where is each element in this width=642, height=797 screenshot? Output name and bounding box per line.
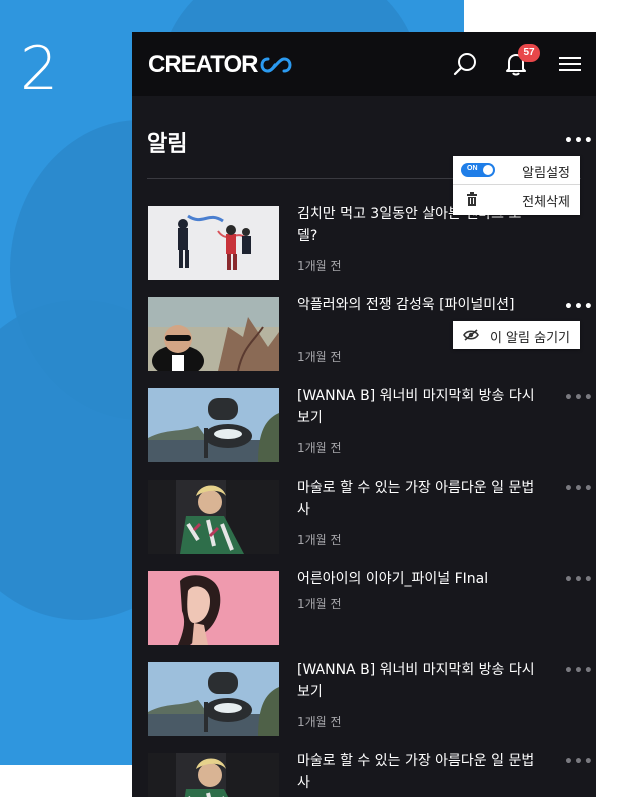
notification-time: 1개월 전 [297, 441, 342, 455]
toggle-knob [483, 165, 493, 175]
notification-thumbnail[interactable] [148, 206, 279, 280]
notification-more-options-icon[interactable]: ••• [564, 755, 594, 769]
notification-thumbnail[interactable] [148, 297, 279, 371]
notification-more-options-icon[interactable]: ••• [564, 300, 594, 314]
notification-title[interactable]: 마술로 할 수 있는 가장 아름다운 일 문법사 [297, 750, 537, 794]
brand-wordmark: CREATOR [148, 51, 258, 78]
hide-notification-menu[interactable]: 이 알림 숨기기 [453, 321, 580, 349]
notification-title[interactable]: 악플러와의 전쟁 감성욱 [파이널미션] [297, 294, 537, 316]
notification-time: 1개월 전 [297, 350, 342, 364]
top-navigation-bar: CREATOR 57 [132, 32, 596, 96]
notification-more-options-icon[interactable]: ••• [564, 391, 594, 405]
notification-title[interactable]: [WANNA B] 워너비 마지막회 방송 다시보기 [297, 385, 537, 429]
notification-time: 1개월 전 [297, 533, 342, 547]
notification-settings-row[interactable]: ON 알림설정 [453, 156, 580, 184]
search-icon[interactable] [452, 50, 480, 78]
toggle-state-label: ON [467, 165, 478, 172]
notification-title[interactable]: 어른아이의 이야기_파이널 FInal [297, 568, 537, 590]
hamburger-menu-icon[interactable] [556, 50, 584, 78]
notification-time: 1개월 전 [297, 597, 342, 611]
notification-toggle[interactable]: ON [461, 163, 495, 177]
hide-notification-label: 이 알림 숨기기 [489, 331, 570, 346]
notification-thumbnail[interactable] [148, 571, 279, 645]
notification-more-options-icon[interactable]: ••• [564, 573, 594, 587]
page-more-options-icon[interactable]: ••• [564, 134, 594, 148]
notification-title[interactable]: 마술로 할 수 있는 가장 아름다운 일 문법사 [297, 477, 537, 521]
infinity-logo-icon [260, 57, 292, 73]
trash-icon [467, 192, 477, 206]
step-number: 2 [20, 34, 59, 104]
page-title: 알림 [147, 132, 188, 157]
delete-all-label: 전체삭제 [522, 195, 570, 210]
phone-screen: CREATOR 57 알림 ••• 김치만 먹고 3일동안 살아본 덴마크 모델… [132, 32, 596, 797]
delete-all-row[interactable]: 전체삭제 [453, 185, 580, 213]
eye-hidden-icon [463, 329, 479, 341]
notification-more-options-icon[interactable]: ••• [564, 482, 594, 496]
notification-time: 1개월 전 [297, 259, 342, 273]
notification-thumbnail[interactable] [148, 662, 279, 736]
notification-settings-menu: ON 알림설정 전체삭제 [453, 156, 580, 215]
notification-title[interactable]: [WANNA B] 워너비 마지막회 방송 다시보기 [297, 659, 537, 703]
notification-time: 1개월 전 [297, 715, 342, 729]
notification-thumbnail[interactable] [148, 480, 279, 554]
notification-more-options-icon[interactable]: ••• [564, 664, 594, 678]
brand-logo[interactable]: CREATOR [148, 51, 293, 79]
notification-count-badge: 57 [518, 44, 540, 62]
notification-thumbnail[interactable] [148, 388, 279, 462]
notification-settings-label: 알림설정 [522, 166, 570, 181]
notification-thumbnail[interactable] [148, 753, 279, 797]
